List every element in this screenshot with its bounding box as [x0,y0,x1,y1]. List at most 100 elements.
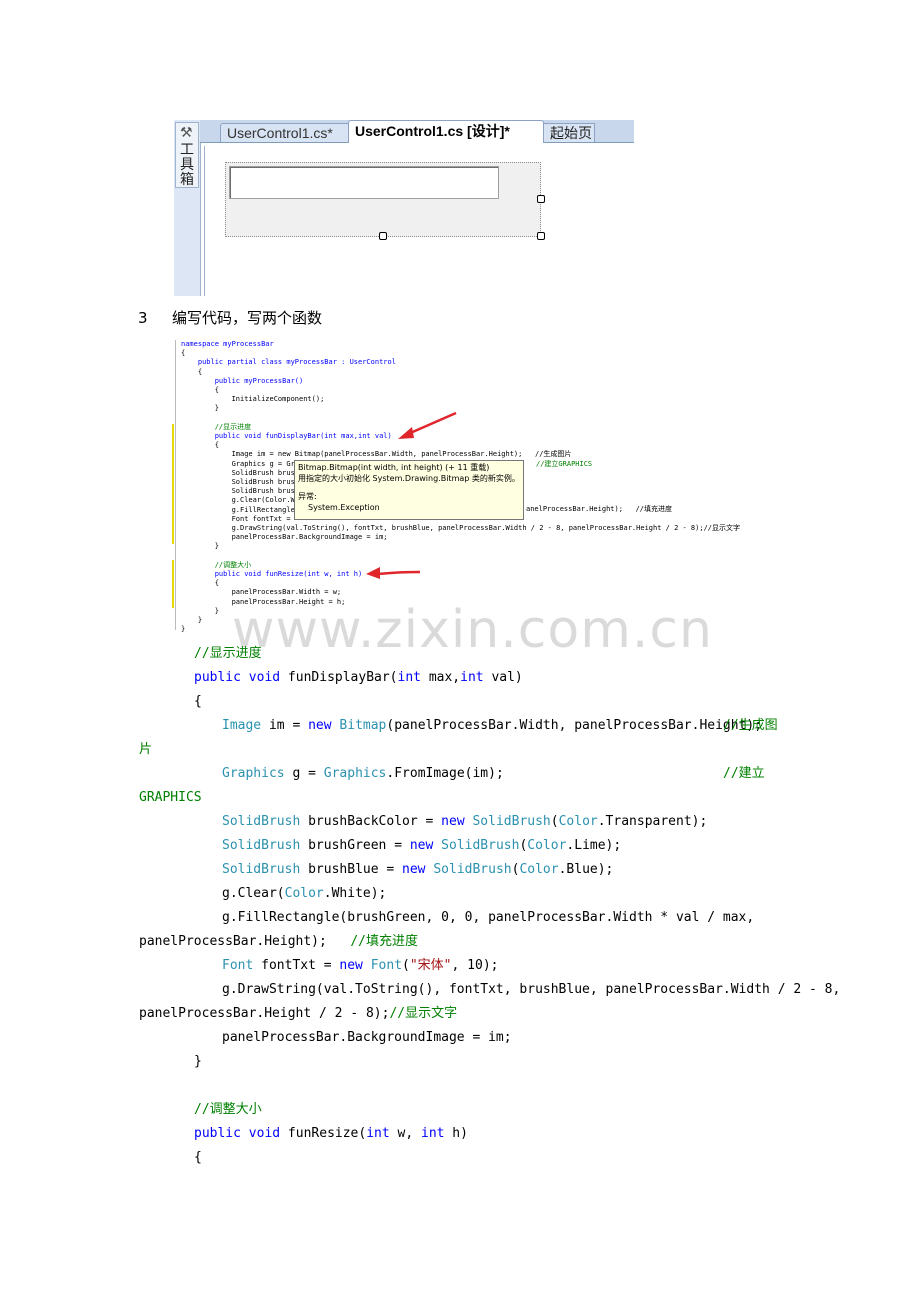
code-type: SolidBrush [222,862,301,877]
code-comment: //调整大小 [194,1102,262,1117]
code-line: g.Clear(Color.White); [222,882,386,906]
code-text: brushGreen = [300,838,410,853]
code-type: Color [519,862,559,877]
code-line: Font fontTxt = new Font("宋体", 10); [222,954,498,978]
red-arrow-icon [366,567,421,579]
code-line: SolidBrush brus [181,478,295,486]
code-type: SolidBrush [222,814,301,829]
code-side-comment: anelProcessBar.Height); //填充进度 [526,505,673,513]
code-line: } [181,616,203,624]
code-comment: //显示进度 [194,646,262,661]
code-type: Bitmap [339,718,387,733]
tab-usercontrol-designer[interactable]: UserControl1.cs [设计]* [348,120,544,143]
code-line: } [181,404,219,413]
step-heading: 3 编写代码，写两个函数 [138,308,322,328]
process-bar-panel[interactable] [229,166,499,199]
code-line: public void funDisplayBar(int max,int va… [181,432,392,440]
code-type: SolidBrush [472,814,551,829]
code-line: public partial class myProcessBar : User… [181,358,396,367]
tooltip-exception: System.Exception [308,503,380,512]
code-line: { [181,386,219,394]
resize-handle-corner[interactable] [537,232,545,240]
tools-icon: ⚒ [180,125,193,141]
code-text: .FromImage(im); [386,766,504,781]
code-side-comment: //建立GRAPHICS [536,460,593,468]
code-comment: GRAPHICS [139,790,202,805]
code-line: namespace myProcessBar [181,340,274,348]
code-type: Color [558,814,598,829]
code-type: SolidBrush [222,838,301,853]
code-line: panelProcessBar.Width = w; [181,588,342,597]
code-line: { [181,441,219,450]
code-type: Graphics [323,766,387,781]
code-text: panelProcessBar.Height); [139,934,327,949]
code-keyword: int [460,670,484,685]
code-comment: //生成图 [723,718,778,733]
toolbox-tab[interactable]: ⚒ 工具箱 [175,122,199,188]
code-line: panelProcessBar.Height); //填充进度 [139,930,418,954]
tooltip-exceptions-label: 异常: [298,492,317,501]
code-type: Color [527,838,567,853]
code-text: .Transparent); [597,814,708,829]
code-line: //显示进度 [181,422,252,431]
red-arrow-icon [398,411,457,439]
code-text: ( [402,958,410,973]
code-line: public myProcessBar() [181,376,304,385]
code-type: Font [370,958,403,973]
code-keyword: new [339,958,363,973]
code-line: { [181,579,219,588]
watermark: www.zixin.com.cn [232,600,713,660]
code-line: g.Clear(Color.W [181,496,295,505]
code-text: .Blue); [558,862,614,877]
change-marker [172,560,174,608]
code-line: } [181,542,219,551]
code-keyword: new [402,862,426,877]
step-number: 3 [138,309,148,327]
code-type: Graphics [222,766,285,781]
code-type: SolidBrush [441,838,520,853]
code-line: { [181,367,203,376]
code-line: g.FillRectangle [181,505,295,514]
form-designer-screenshot: ⚒ 工具箱 UserControl1.cs* UserControl1.cs [… [174,120,635,296]
code-keyword: int [421,1126,445,1141]
code-type: Image [222,718,262,733]
toolbox-strip: ⚒ 工具箱 [174,120,201,296]
code-line: g.DrawString(val.ToString(), fontTxt, br… [222,982,841,997]
code-line: SolidBrush brushGreen = new SolidBrush(C… [222,838,622,853]
code-text: w, [389,1126,421,1141]
code-brace: { [194,1150,202,1165]
tab-start-page[interactable]: 起始页 [543,123,595,142]
code-text: funResize( [280,1126,367,1141]
code-text: im = [261,718,309,733]
code-text: , 10); [451,958,499,973]
code-line: panelProcessBar.BackgroundImage = im; [181,533,388,542]
code-text: brushBlue = [300,862,403,877]
code-line: Image im = new Bitmap(panelProcessBar.Wi… [181,450,572,459]
code-text: g = [284,766,324,781]
code-type: Font [222,958,254,973]
code-brace: } [194,1054,202,1069]
resize-handle-right[interactable] [537,195,545,203]
design-surface [204,146,635,296]
document-tab-bar: UserControl1.cs* UserControl1.cs [设计]* 起… [200,120,634,143]
code-keyword: int [366,1126,390,1141]
code-string: "宋体" [409,958,452,973]
code-keyword: new [409,838,434,853]
code-text: brushBackColor = [300,814,442,829]
tab-usercontrol-code[interactable]: UserControl1.cs* [220,123,350,142]
code-keyword: new [308,718,332,733]
resize-handle-bottom[interactable] [379,232,387,240]
code-comment: //显示文字 [389,1006,458,1021]
code-comment: 片 [139,742,153,757]
code-line: } [181,606,219,615]
user-control-surface[interactable] [225,162,541,237]
code-keyword: int [397,670,421,685]
code-line: { [181,349,186,358]
code-keyword: public [194,1126,241,1141]
tooltip-signature: Bitmap.Bitmap(int width, int height) (+ … [298,463,490,472]
code-line: Graphics g = Gr [181,459,295,468]
code-text: h) [444,1126,468,1141]
code-line: public void funDisplayBar(int max,int va… [194,666,523,690]
toolbox-label: 工具箱 [180,142,194,188]
code-line: public void funResize(int w, int h) [194,1122,468,1146]
